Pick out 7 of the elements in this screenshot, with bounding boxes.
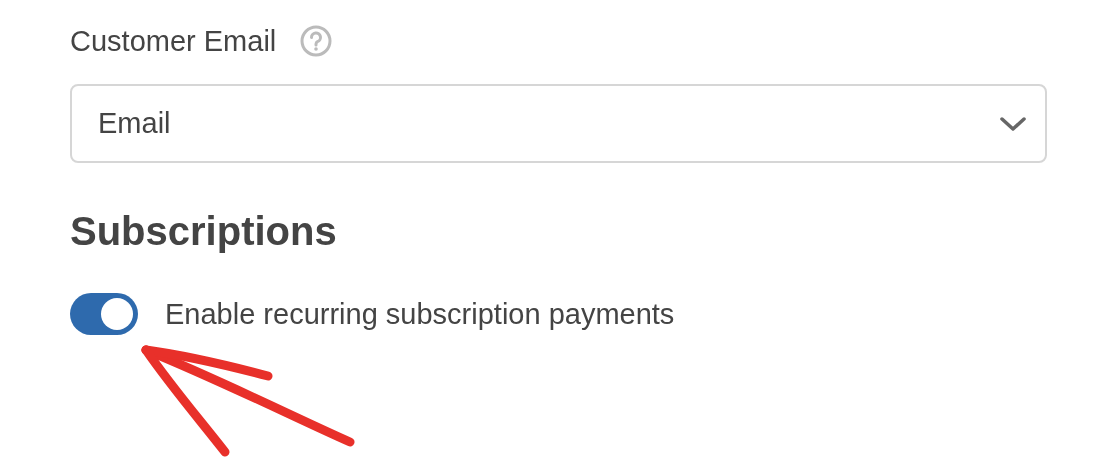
- field-label: Customer Email: [70, 26, 277, 56]
- help-icon: [300, 25, 333, 57]
- toggle-switch[interactable]: [70, 293, 138, 335]
- section-heading: Subscriptions: [70, 211, 338, 251]
- email-select[interactable]: Email: [70, 84, 1047, 163]
- toggle-label: Enable recurring subscription payments: [165, 299, 675, 329]
- chevron-down-icon: [999, 115, 1027, 132]
